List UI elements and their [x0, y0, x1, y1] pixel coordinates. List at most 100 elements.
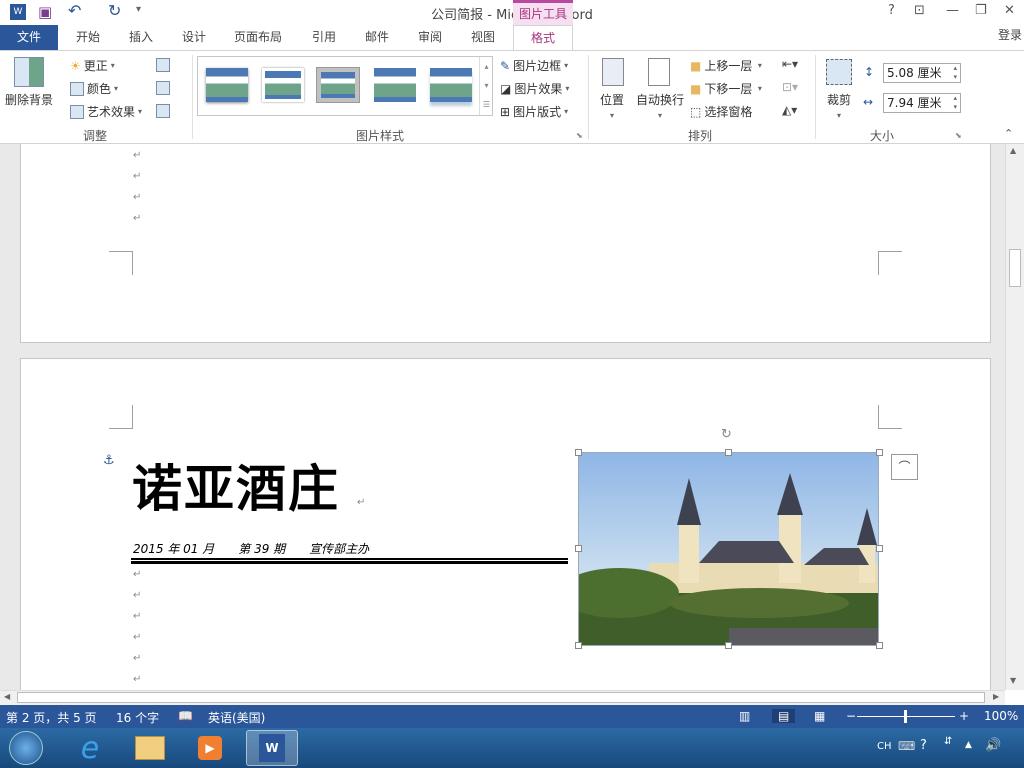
bring-forward-button[interactable]: ■ 上移一层 ▾: [690, 57, 762, 74]
show-hidden-icons[interactable]: ▲: [965, 740, 972, 750]
rotate-handle-icon[interactable]: ↻: [721, 427, 732, 442]
change-picture-icon[interactable]: [156, 81, 170, 95]
zoom-level[interactable]: 100%: [984, 709, 1018, 723]
collapse-ribbon-icon[interactable]: ⌃: [1004, 127, 1013, 140]
restore-button[interactable]: ❐: [975, 3, 987, 18]
resize-handle[interactable]: [876, 449, 883, 456]
issue-info[interactable]: 2015 年 01 月 第 39 期 宣传部主办: [133, 540, 369, 557]
help-button[interactable]: ?: [888, 3, 895, 18]
media-player-icon[interactable]: ▶: [184, 730, 236, 766]
remove-background-button[interactable]: 删除背景: [5, 91, 53, 108]
corrections-button[interactable]: ☀ 更正 ▾: [70, 57, 115, 74]
minimize-button[interactable]: —: [946, 3, 959, 18]
tab-layout[interactable]: 页面布局: [222, 25, 294, 50]
style-thumb-selected[interactable]: [316, 67, 360, 103]
resize-handle[interactable]: [575, 449, 582, 456]
proofing-icon[interactable]: 📖: [178, 709, 193, 723]
height-icon: ↕: [864, 65, 875, 79]
zoom-in-icon[interactable]: +: [959, 709, 969, 723]
resize-handle[interactable]: [876, 545, 883, 552]
tab-review[interactable]: 审阅: [404, 25, 456, 50]
artistic-effects-button[interactable]: 艺术效果 ▾: [70, 103, 142, 120]
resize-handle[interactable]: [725, 449, 732, 456]
picture-layout-button[interactable]: ⊞ 图片版式 ▾: [500, 103, 568, 120]
wrap-text-button[interactable]: 自动换行 ▾: [636, 91, 684, 120]
styles-group-label: 图片样式: [355, 129, 404, 143]
keyboard-icon[interactable]: ⌨: [898, 739, 915, 753]
tab-format[interactable]: 格式: [513, 25, 573, 51]
tab-insert[interactable]: 插入: [116, 25, 166, 50]
layout-options-button[interactable]: ⌒: [891, 454, 918, 480]
ie-icon[interactable]: e: [64, 730, 116, 766]
ribbon-display-icon[interactable]: ⊡: [914, 3, 925, 18]
newsletter-title[interactable]: 诺亚酒庄: [132, 459, 340, 519]
picture-effects-button[interactable]: ◪ 图片效果 ▾: [500, 80, 569, 97]
web-layout-icon[interactable]: ▦: [814, 709, 825, 723]
remove-background-icon[interactable]: [14, 57, 44, 87]
scroll-down-icon[interactable]: ▼: [1010, 676, 1016, 685]
crop-button[interactable]: 裁剪 ▾: [827, 91, 851, 120]
paragraph-mark: ↵: [133, 213, 142, 224]
width-input[interactable]: 7.94 厘米 ▴ ▾: [883, 93, 961, 113]
close-button[interactable]: ✕: [1004, 3, 1015, 18]
tab-home[interactable]: 开始: [62, 25, 114, 50]
input-language[interactable]: CH: [877, 741, 892, 752]
tab-file[interactable]: 文件: [0, 25, 58, 50]
picture-border-button[interactable]: ✎ 图片边框 ▾: [500, 57, 568, 74]
page-count[interactable]: 第 2 页，共 5 页: [6, 709, 97, 726]
word-count[interactable]: 16 个字: [116, 709, 159, 726]
paragraph-mark: ↵: [133, 653, 142, 664]
style-thumb[interactable]: [374, 68, 416, 102]
scroll-left-icon[interactable]: ◀: [4, 692, 10, 701]
print-layout-icon[interactable]: ▤: [772, 709, 796, 723]
size-dialog-launcher-icon[interactable]: ⬊: [955, 131, 962, 140]
color-button[interactable]: 颜色 ▾: [70, 80, 118, 97]
dialog-launcher-icon[interactable]: ⬊: [576, 131, 583, 140]
style-thumb[interactable]: [262, 68, 304, 102]
height-input[interactable]: 5.08 厘米 ▴ ▾: [883, 63, 961, 83]
tab-design[interactable]: 设计: [168, 25, 220, 50]
margin-corner: [878, 405, 902, 429]
login-link[interactable]: 登录: [998, 26, 1022, 43]
style-thumb[interactable]: [206, 68, 248, 102]
language[interactable]: 英语(美国): [208, 709, 265, 726]
volume-icon[interactable]: 🔊: [985, 738, 1001, 753]
scroll-right-icon[interactable]: ▶: [993, 692, 999, 701]
gallery-scroll[interactable]: ▴ ▾ ☰: [479, 57, 493, 115]
group-icon[interactable]: ⊡▾: [782, 80, 798, 94]
paragraph-mark: ↵: [133, 192, 142, 203]
scroll-up-icon[interactable]: ▲: [1010, 146, 1016, 155]
send-backward-button[interactable]: ■ 下移一层 ▾: [690, 80, 762, 97]
explorer-icon[interactable]: [124, 730, 176, 766]
resize-handle[interactable]: [575, 545, 582, 552]
resize-handle[interactable]: [575, 642, 582, 649]
zoom-out-icon[interactable]: −: [846, 709, 856, 723]
selection-pane-button[interactable]: ⬚ 选择窗格: [690, 103, 752, 120]
resize-handle[interactable]: [725, 642, 732, 649]
compress-pictures-icon[interactable]: [156, 58, 170, 72]
word-taskbar-icon[interactable]: W: [246, 730, 298, 766]
reset-picture-icon[interactable]: [156, 104, 170, 118]
style-thumb[interactable]: [430, 68, 472, 102]
picture-styles-gallery: ▴ ▾ ☰: [197, 56, 493, 116]
scroll-thumb[interactable]: [1009, 249, 1021, 287]
resize-handle[interactable]: [876, 642, 883, 649]
align-icon[interactable]: ⇤▾: [782, 57, 798, 71]
tab-mailings[interactable]: 邮件: [352, 25, 402, 50]
tab-view[interactable]: 视图: [458, 25, 508, 50]
horizontal-scrollbar[interactable]: ◀ ▶: [0, 690, 1005, 705]
paragraph-mark: ↵: [133, 150, 142, 161]
start-button[interactable]: [0, 730, 52, 766]
vertical-scrollbar[interactable]: ▲ ▼: [1005, 144, 1024, 690]
layout-icon: ⊞: [500, 104, 511, 119]
tray-icon[interactable]: ⇵: [944, 736, 952, 747]
help-tray-icon[interactable]: ?: [920, 738, 927, 753]
tab-references[interactable]: 引用: [298, 25, 350, 50]
adjust-group-label: 调整: [82, 129, 107, 143]
read-mode-icon[interactable]: ▥: [739, 709, 750, 723]
castle-picture[interactable]: [578, 452, 879, 646]
zoom-slider-thumb[interactable]: [904, 710, 907, 723]
rotate-icon[interactable]: ◭▾: [782, 103, 797, 117]
position-button[interactable]: 位置 ▾: [600, 91, 624, 120]
hscroll-thumb[interactable]: [17, 692, 985, 703]
